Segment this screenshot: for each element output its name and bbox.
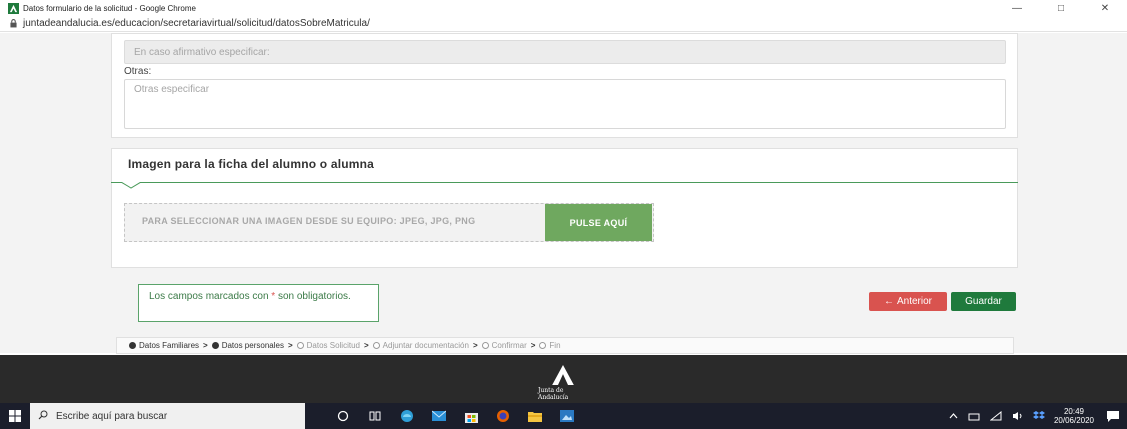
edge-browser-icon[interactable] bbox=[391, 403, 423, 429]
upload-image-button[interactable]: PULSE AQUÍ bbox=[545, 204, 652, 241]
url-text[interactable]: juntadeandalucia.es/educacion/secretaria… bbox=[23, 18, 370, 29]
step-datos-personales: Datos personales > bbox=[211, 341, 293, 350]
chevron-up-icon[interactable] bbox=[949, 413, 958, 419]
dropbox-icon[interactable] bbox=[1032, 411, 1045, 421]
otras-textarea[interactable]: Otras especificar bbox=[124, 79, 1006, 129]
store-icon[interactable] bbox=[455, 403, 487, 429]
specify-field: En caso afirmativo especificar: bbox=[124, 40, 1006, 64]
check-circle-icon bbox=[211, 342, 219, 349]
taskbar-clock[interactable]: 20:49 20/06/2020 bbox=[1054, 407, 1094, 425]
photos-app-icon[interactable] bbox=[551, 403, 583, 429]
chevron-right-icon: > bbox=[472, 341, 478, 350]
step-adjuntar-documentacion: Adjuntar documentación > bbox=[372, 341, 478, 350]
chevron-right-icon: > bbox=[203, 341, 208, 350]
previous-button[interactable]: ← Anterior bbox=[869, 292, 947, 311]
section-notch-icon bbox=[121, 182, 141, 189]
window-titlebar: Datos formulario de la solicitud - Googl… bbox=[0, 0, 1127, 16]
circle-icon bbox=[481, 342, 489, 349]
previous-button-label: Anterior bbox=[896, 296, 932, 307]
wifi-icon[interactable] bbox=[989, 411, 1002, 421]
maximize-button[interactable]: □ bbox=[1039, 0, 1083, 16]
step-confirmar: Confirmar > bbox=[481, 341, 536, 350]
lock-icon bbox=[10, 19, 17, 28]
circle-icon bbox=[372, 342, 380, 349]
close-button[interactable]: ✕ bbox=[1083, 0, 1127, 16]
window-controls: — □ ✕ bbox=[995, 0, 1127, 16]
network-icon[interactable] bbox=[968, 412, 980, 421]
site-footer: Junta de Andalucía bbox=[0, 355, 1127, 403]
section-divider bbox=[111, 182, 1018, 183]
notifications-icon[interactable] bbox=[1107, 410, 1119, 422]
system-tray: 20:49 20/06/2020 bbox=[944, 403, 1127, 429]
junta-logo: Junta de Andalucía bbox=[538, 365, 588, 401]
search-placeholder: Escribe aquí para buscar bbox=[56, 410, 168, 422]
otras-label: Otras: bbox=[124, 66, 152, 77]
step-fin: Fin bbox=[539, 341, 561, 350]
taskbar-apps bbox=[327, 403, 583, 429]
minimize-button[interactable]: — bbox=[995, 0, 1039, 16]
task-view-icon[interactable] bbox=[359, 403, 391, 429]
file-explorer-icon[interactable] bbox=[519, 403, 551, 429]
search-icon bbox=[38, 410, 48, 423]
mail-icon[interactable] bbox=[423, 403, 455, 429]
arrow-left-icon: ← bbox=[883, 296, 894, 307]
notice-text-before: Los campos marcados con bbox=[149, 291, 272, 302]
chevron-right-icon: > bbox=[530, 341, 536, 350]
taskbar-search-box[interactable]: Escribe aquí para buscar bbox=[30, 403, 305, 429]
save-button[interactable]: Guardar bbox=[951, 292, 1016, 311]
image-section-title: Imagen para la ficha del alumno o alumna bbox=[128, 157, 375, 171]
junta-a-logo-icon bbox=[552, 365, 574, 385]
windows-start-button[interactable] bbox=[0, 403, 30, 429]
progress-steps: Datos Familiares > Datos personales > Da… bbox=[116, 337, 1014, 354]
speaker-icon[interactable] bbox=[1012, 411, 1023, 421]
chevron-right-icon: > bbox=[363, 341, 369, 350]
chevron-right-icon: > bbox=[287, 341, 293, 350]
window-title: Datos formulario de la solicitud - Googl… bbox=[23, 3, 196, 13]
image-dropzone[interactable]: PARA SELECCIONAR UNA IMAGEN DESDE SU EQU… bbox=[124, 203, 654, 242]
step-datos-solicitud: Datos Solicitud > bbox=[296, 341, 369, 350]
step-datos-familiares: Datos Familiares > bbox=[129, 341, 208, 350]
firefox-icon[interactable] bbox=[487, 403, 519, 429]
required-fields-notice: Los campos marcados con * son obligatori… bbox=[138, 284, 379, 322]
address-bar[interactable]: juntadeandalucia.es/educacion/secretaria… bbox=[0, 16, 1127, 32]
cortana-icon[interactable] bbox=[327, 403, 359, 429]
junta-favicon-icon bbox=[8, 2, 19, 14]
logo-text: Junta de Andalucía bbox=[538, 387, 569, 401]
circle-icon bbox=[539, 342, 547, 349]
clock-time: 20:49 bbox=[1063, 407, 1084, 416]
clock-date: 20/06/2020 bbox=[1053, 416, 1094, 425]
notice-text-after: son obligatorios. bbox=[275, 291, 351, 302]
circle-icon bbox=[296, 342, 304, 349]
dropzone-text: PARA SELECCIONAR UNA IMAGEN DESDE SU EQU… bbox=[142, 216, 476, 226]
check-circle-icon bbox=[129, 342, 136, 349]
windows-taskbar: Escribe aquí para buscar 20:49 20/06/202… bbox=[0, 403, 1127, 429]
windows-logo-icon bbox=[9, 410, 21, 422]
